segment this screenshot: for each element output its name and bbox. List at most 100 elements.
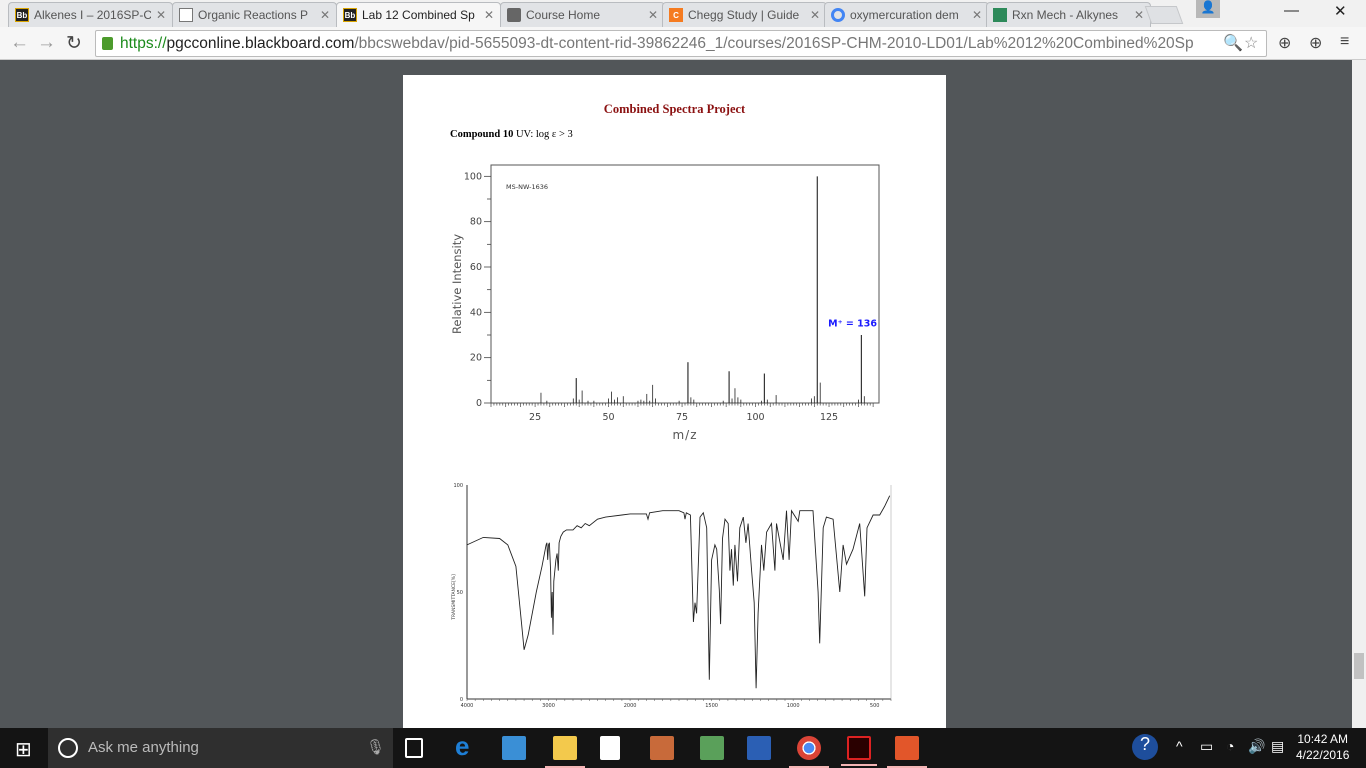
powerpoint-icon[interactable] bbox=[887, 736, 927, 768]
chegg-icon: C bbox=[669, 8, 683, 22]
y-tick-label: 20 bbox=[470, 353, 482, 364]
show-hidden-icons[interactable]: ^ bbox=[1176, 738, 1183, 754]
mass-spectrum-chart: 25 50 75 100 125 0 20 40 60 80 100 m/z Relative Inte… bbox=[450, 164, 880, 442]
blackboard-icon: Bb bbox=[343, 8, 357, 22]
cortana-icon bbox=[58, 738, 78, 758]
zoom-icon[interactable]: 🔍 bbox=[1223, 33, 1243, 53]
edge-icon[interactable]: e bbox=[455, 731, 479, 761]
notifications-icon[interactable]: ▤ bbox=[1271, 738, 1284, 755]
tab-close-icon[interactable]: ✕ bbox=[972, 8, 982, 22]
y-tick-label: 100 bbox=[464, 171, 482, 182]
tab-label: Rxn Mech - Alkynes bbox=[1012, 8, 1119, 22]
x-tick-label: 1000 bbox=[787, 703, 800, 707]
x-tick-label: 100 bbox=[746, 412, 764, 423]
acrobat-icon[interactable] bbox=[841, 736, 877, 766]
word-icon[interactable] bbox=[747, 736, 771, 760]
tab[interactable]: C Chegg Study | Guide ✕ bbox=[662, 2, 827, 27]
x-tick-label: 4000 bbox=[461, 703, 474, 707]
browser-toolbar: ← → ↻ https://pgcconline.blackboard.com/… bbox=[0, 27, 1366, 60]
tab-close-icon[interactable]: ✕ bbox=[320, 8, 330, 22]
wifi-icon[interactable]: ◔ bbox=[1226, 738, 1234, 754]
tab-close-icon[interactable]: ✕ bbox=[810, 8, 820, 22]
cortana-search[interactable]: Ask me anything 🎙 bbox=[48, 728, 393, 768]
address-bar[interactable]: https://pgcconline.blackboard.com/bbcswe… bbox=[95, 30, 1267, 57]
y-tick-label: 0 bbox=[476, 398, 482, 409]
tab[interactable]: oxymercuration dem ✕ bbox=[824, 2, 989, 27]
document-title: Combined Spectra Project bbox=[603, 102, 746, 116]
x-tick-label: 50 bbox=[603, 412, 615, 423]
help-alert-icon[interactable]: ? bbox=[1132, 734, 1158, 760]
extension-zoom-out-icon[interactable]: ⊕ bbox=[1309, 33, 1322, 53]
y-tick-label: 40 bbox=[470, 307, 482, 318]
bookmark-star-icon[interactable]: ☆ bbox=[1244, 33, 1258, 53]
compound-info: Compound 10 UV: log ε > 3 bbox=[450, 129, 573, 140]
tab-label: Chegg Study | Guide bbox=[688, 8, 800, 22]
tab-label: oxymercuration dem bbox=[850, 8, 959, 22]
y-tick-label: 100 bbox=[453, 483, 463, 489]
hp-icon[interactable] bbox=[700, 736, 724, 760]
ir-spectrum-chart: 40003000200015001000500050100WAVENUMBER[… bbox=[451, 483, 892, 707]
back-button[interactable]: ← bbox=[10, 32, 29, 54]
battery-icon[interactable]: ▭ bbox=[1200, 738, 1213, 755]
y-axis-label: Relative Intensity bbox=[450, 234, 464, 334]
chrome-icon[interactable] bbox=[789, 736, 829, 768]
tab-label: Alkenes I – 2016SP-C bbox=[34, 8, 151, 22]
new-tab-button[interactable] bbox=[1144, 6, 1184, 24]
lock-icon bbox=[102, 37, 113, 50]
reload-button[interactable]: ↻ bbox=[66, 32, 82, 55]
tab-label: Lab 12 Combined Sp bbox=[362, 8, 475, 22]
microphone-icon[interactable]: 🎙 bbox=[366, 728, 385, 768]
x-tick-label: 1500 bbox=[705, 703, 718, 707]
tab[interactable]: Organic Reactions P ✕ bbox=[172, 2, 337, 27]
tab[interactable]: Course Home ✕ bbox=[500, 2, 665, 27]
forward-button[interactable]: → bbox=[37, 32, 56, 54]
tab-label: Organic Reactions P bbox=[198, 8, 309, 22]
tab-close-icon[interactable]: ✕ bbox=[156, 8, 166, 22]
minimize-button[interactable]: — bbox=[1284, 2, 1299, 19]
tab[interactable]: Bb Alkenes I – 2016SP-C ✕ bbox=[8, 2, 173, 27]
close-window-button[interactable]: ✕ bbox=[1334, 2, 1347, 20]
store-icon[interactable] bbox=[600, 736, 620, 760]
media-player-icon[interactable] bbox=[502, 736, 526, 760]
molecular-ion-annotation: M⁺ = 136 bbox=[828, 319, 877, 330]
file-explorer-icon[interactable] bbox=[545, 736, 585, 768]
pdf-page: Combined Spectra Project Compound 10 UV:… bbox=[403, 75, 946, 728]
extension-zoom-in-icon[interactable]: ⊕ bbox=[1278, 33, 1291, 53]
app-icon[interactable] bbox=[650, 736, 674, 760]
blackboard-icon: Bb bbox=[15, 8, 29, 22]
tab[interactable]: Bb Lab 12 Combined Sp ✕ bbox=[336, 2, 501, 27]
tab-close-icon[interactable]: ✕ bbox=[484, 8, 494, 22]
spectrum-id: MS-NW-1636 bbox=[506, 183, 548, 191]
y-tick-label: 80 bbox=[470, 217, 482, 228]
document-icon bbox=[179, 8, 193, 22]
y-tick-label: 0 bbox=[460, 697, 463, 703]
x-tick-label: 500 bbox=[870, 703, 880, 707]
tab-label: Course Home bbox=[526, 8, 601, 22]
google-icon bbox=[831, 8, 845, 22]
plot-frame bbox=[490, 164, 880, 404]
x-tick-label: 2000 bbox=[624, 703, 637, 707]
tab-close-icon[interactable]: ✕ bbox=[1134, 8, 1144, 22]
taskbar: ⊞ Ask me anything 🎙 e ? ^ ▭ ◔ 🔊 ▤ 10:42 … bbox=[0, 728, 1366, 768]
tablet-icon bbox=[507, 8, 521, 22]
clock[interactable]: 10:42 AM 4/22/2016 bbox=[1296, 731, 1349, 763]
scrollbar[interactable] bbox=[1352, 60, 1366, 728]
ir-transmittance-curve bbox=[466, 495, 891, 689]
task-view-icon[interactable] bbox=[405, 738, 423, 758]
x-tick-label: 75 bbox=[676, 412, 688, 423]
scrollbar-thumb[interactable] bbox=[1354, 653, 1364, 679]
book-icon bbox=[993, 8, 1007, 22]
y-axis-label: TRANSMITTANCE[%] bbox=[451, 574, 457, 621]
tab-close-icon[interactable]: ✕ bbox=[648, 8, 658, 22]
x-tick-label: 3000 bbox=[542, 703, 555, 707]
menu-icon[interactable]: ≡ bbox=[1340, 33, 1349, 51]
x-axis-label: m/z bbox=[672, 428, 697, 442]
profile-icon[interactable]: 👤 bbox=[1196, 0, 1220, 18]
tab-strip: Bb Alkenes I – 2016SP-C ✕ Organic Reactions… bbox=[0, 0, 1366, 27]
y-tick-label: 60 bbox=[470, 262, 482, 273]
tab[interactable]: Rxn Mech - Alkynes ✕ bbox=[986, 2, 1151, 27]
y-tick-label: 50 bbox=[457, 590, 463, 596]
x-tick-label: 25 bbox=[529, 412, 541, 423]
volume-icon[interactable]: 🔊 bbox=[1248, 738, 1265, 755]
windows-start-icon[interactable]: ⊞ bbox=[15, 737, 32, 762]
